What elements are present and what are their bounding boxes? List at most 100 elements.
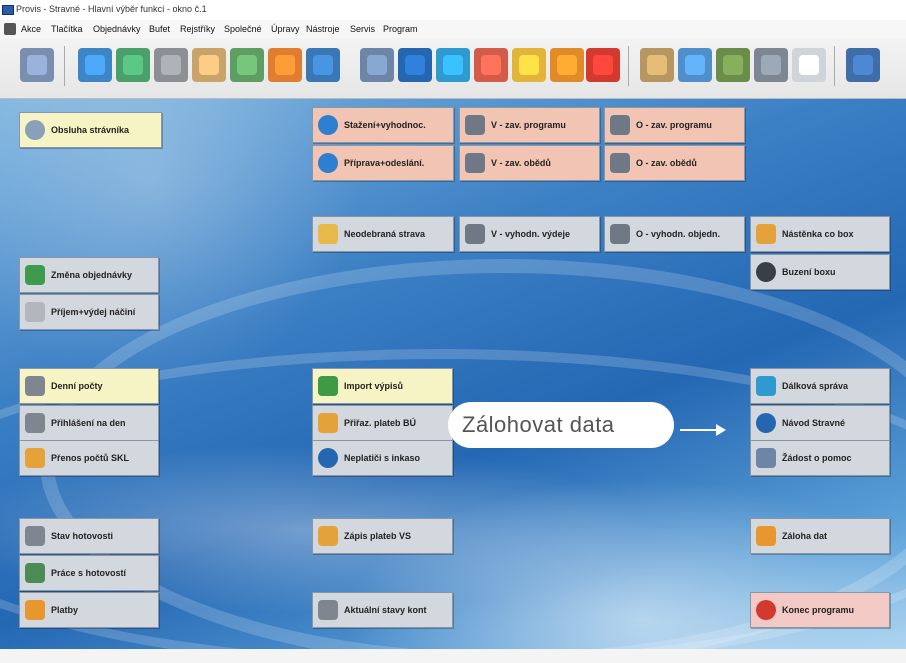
app-menu-icon[interactable] — [4, 23, 16, 35]
button-label: Buzení boxu — [782, 267, 836, 277]
settings-icon[interactable] — [678, 48, 712, 82]
chart-icon[interactable] — [268, 48, 302, 82]
button-label: Nástěnka co box — [782, 229, 854, 239]
button-label: Záloha dat — [782, 531, 828, 541]
v-zav-programu-button[interactable]: V - zav. programu — [459, 107, 600, 143]
tray-icon[interactable] — [230, 48, 264, 82]
o-vyhodn-objedn-button[interactable]: O - vyhodn. objedn. — [604, 216, 745, 252]
scale-icon — [25, 526, 45, 546]
pencil-icon — [25, 448, 45, 468]
transfer-icon[interactable] — [436, 48, 470, 82]
navod-stravne-button[interactable]: Návod Stravné — [750, 405, 890, 441]
zapis-plateb-button[interactable]: Zápis plateb VS — [312, 518, 453, 554]
menu-item-tlacitka[interactable]: Tlačítka — [51, 24, 83, 34]
help-icon — [756, 413, 776, 433]
tools-icon[interactable] — [306, 48, 340, 82]
menu-item-program[interactable]: Program — [383, 24, 418, 34]
network-icon[interactable] — [474, 48, 508, 82]
import-arrow-icon — [318, 376, 338, 396]
obsluha-stravnika-button[interactable]: Obsluha strávníka — [19, 112, 162, 148]
scale-icon[interactable] — [154, 48, 188, 82]
neplatici-inkaso-button[interactable]: Neplatiči s inkaso — [312, 440, 453, 476]
hand-icon[interactable] — [192, 48, 226, 82]
zmena-objednavky-button[interactable]: Změna objednávky — [19, 257, 159, 293]
user-icon[interactable] — [20, 48, 54, 82]
aktualni-stavy-kont-button[interactable]: Aktuální stavy kont — [312, 592, 453, 628]
priraz-plateb-button[interactable]: Přiřaz. plateb BÚ — [312, 405, 453, 441]
computers-icon — [610, 153, 630, 173]
browser-icon — [318, 115, 338, 135]
pencil-icon[interactable] — [512, 48, 546, 82]
o-zav-obedu-button[interactable]: O - zav. obědů — [604, 145, 745, 181]
button-label: Návod Stravné — [782, 418, 846, 428]
neodebrana-strava-button[interactable]: Neodebraná strava — [312, 216, 454, 252]
bottom-strip — [0, 649, 906, 663]
menu-item-akce[interactable]: Akce — [21, 24, 41, 34]
menu-item-bufet[interactable]: Bufet — [149, 24, 170, 34]
info-icon — [318, 448, 338, 468]
prihlaseni-na-den-button[interactable]: Přihlášení na den — [19, 405, 159, 441]
button-label: Příprava+odeslání. — [344, 158, 425, 168]
menu-item-spolecne[interactable]: Společné — [224, 24, 262, 34]
refresh-icon[interactable] — [116, 48, 150, 82]
button-label: V - zav. obědů — [491, 158, 551, 168]
zaloha-dat-button[interactable]: Záloha dat — [750, 518, 890, 554]
scale-icon — [25, 413, 45, 433]
prijem-vydej-button[interactable]: Příjem+výdej náčiní — [19, 294, 159, 330]
menu-item-upravy[interactable]: Úpravy — [271, 24, 300, 34]
prace-s-hotovosti-button[interactable]: Práce s hotovostí — [19, 555, 159, 591]
button-label: Obsluha strávníka — [51, 125, 130, 135]
monitor-icon[interactable] — [846, 48, 880, 82]
power-icon[interactable] — [586, 48, 620, 82]
nastenka-co-box-button[interactable]: Nástěnka co box — [750, 216, 890, 252]
prenos-poctu-button[interactable]: Přenos počtů SKL — [19, 440, 159, 476]
button-label: Přenos počtů SKL — [51, 453, 130, 463]
chip-icon[interactable] — [716, 48, 750, 82]
search-icon[interactable] — [360, 48, 394, 82]
pencil-icon — [318, 526, 338, 546]
dropdown-icon[interactable] — [792, 48, 826, 82]
button-label: Neplatiči s inkaso — [344, 453, 421, 463]
folder-icon[interactable] — [550, 48, 584, 82]
dalkova-sprava-button[interactable]: Dálková správa — [750, 368, 890, 404]
v-vyhodn-vydeje-button[interactable]: V - vyhodn. výdeje — [459, 216, 600, 252]
computers-icon — [465, 224, 485, 244]
menu-item-objednavky[interactable]: Objednávky — [93, 24, 141, 34]
zadost-o-pomoc-button[interactable]: Žádost o pomoc — [750, 440, 890, 476]
button-label: Platby — [51, 605, 79, 615]
folder-icon — [25, 600, 45, 620]
title-bar: Provis - Stravné - Hlavní výběr funkcí -… — [0, 0, 906, 20]
denni-pocty-button[interactable]: Denní počty — [19, 368, 159, 404]
v-zav-obedu-button[interactable]: V - zav. obědů — [459, 145, 600, 181]
plate-icon[interactable] — [78, 48, 112, 82]
import-vypisu-button[interactable]: Import výpisů — [312, 368, 453, 404]
tray-icon — [25, 302, 45, 322]
buzeni-boxu-button[interactable]: Buzení boxu — [750, 254, 890, 290]
button-label: Import výpisů — [344, 381, 404, 391]
priprava-odeslani-button[interactable]: Příprava+odeslání. — [312, 145, 454, 181]
refresh-icon — [25, 265, 45, 285]
platby-button[interactable]: Platby — [19, 592, 159, 628]
stav-hotovosti-button[interactable]: Stav hotovosti — [19, 518, 159, 554]
button-label: O - zav. obědů — [636, 158, 697, 168]
scale-icon — [318, 600, 338, 620]
info-icon[interactable] — [398, 48, 432, 82]
computers-icon[interactable] — [754, 48, 788, 82]
menu-item-servis[interactable]: Servis — [350, 24, 375, 34]
menu-item-rejstriky[interactable]: Rejstříky — [180, 24, 215, 34]
o-zav-programu-button[interactable]: O - zav. programu — [604, 107, 745, 143]
cash-register-icon[interactable] — [640, 48, 674, 82]
menu-item-nastroje[interactable]: Nástroje — [306, 24, 340, 34]
transfer-icon — [756, 376, 776, 396]
button-label: Změna objednávky — [51, 270, 133, 280]
browser-icon — [318, 153, 338, 173]
button-label: Dálková správa — [782, 381, 849, 391]
button-label: Přiřaz. plateb BÚ — [344, 418, 417, 428]
computers-icon — [610, 115, 630, 135]
button-label: Příjem+výdej náčiní — [51, 307, 136, 317]
konec-programu-button[interactable]: Konec programu — [750, 592, 890, 628]
stazeni-vyhodnoc-button[interactable]: Stažení+vyhodnoc. — [312, 107, 454, 143]
callout-arrowhead — [716, 424, 726, 436]
power-icon — [756, 600, 776, 620]
button-label: Denní počty — [51, 381, 103, 391]
